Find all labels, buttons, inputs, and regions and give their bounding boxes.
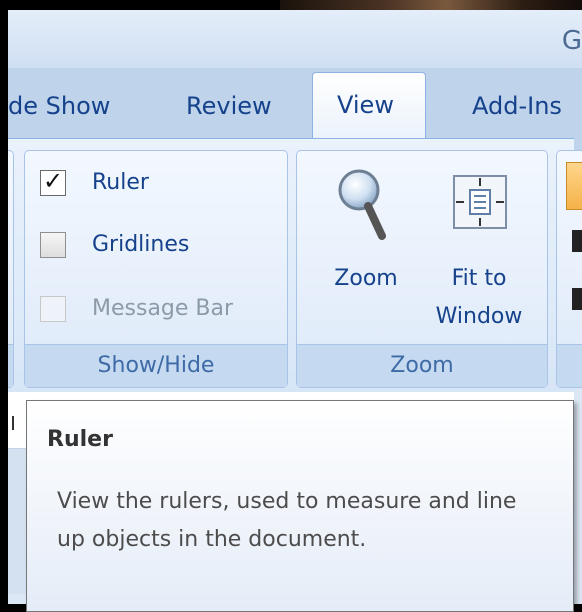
fit-to-window-icon bbox=[453, 175, 507, 229]
zoom-button-label: Zoom bbox=[334, 266, 398, 291]
ruler-checkbox-label[interactable]: Ruler bbox=[92, 170, 149, 195]
fit-to-window-button[interactable]: Fit to Window bbox=[418, 160, 540, 350]
magnifier-icon bbox=[338, 169, 386, 240]
title-bar: G bbox=[8, 10, 582, 68]
zoom-button[interactable]: Zoom bbox=[306, 160, 426, 340]
tab-review[interactable]: Review bbox=[186, 92, 272, 120]
next-group-small-icon-1[interactable] bbox=[572, 230, 582, 252]
left-black-edge bbox=[0, 0, 8, 604]
ruler-tooltip: Ruler View the rulers, used to measure a… bbox=[26, 400, 574, 612]
next-group-icon[interactable] bbox=[566, 162, 582, 210]
tooltip-description: View the rulers, used to measure and lin… bbox=[57, 489, 517, 552]
ruler-tick bbox=[12, 416, 14, 430]
next-group-small-icon-2[interactable] bbox=[572, 288, 582, 310]
group-next-label bbox=[557, 344, 582, 387]
ruler-checkbox[interactable] bbox=[40, 167, 66, 196]
fit-to-window-label-line1: Fit to bbox=[451, 266, 507, 291]
gridlines-checkbox-label[interactable]: Gridlines bbox=[92, 232, 189, 257]
window-title: G bbox=[561, 26, 582, 56]
message-bar-checkbox-label: Message Bar bbox=[92, 296, 234, 321]
tab-slide-show[interactable]: de Show bbox=[8, 92, 110, 120]
zoom-group-label: Zoom bbox=[297, 344, 547, 387]
tab-view[interactable]: View bbox=[312, 72, 426, 145]
gridlines-checkbox[interactable] bbox=[40, 232, 66, 258]
show-hide-group-label: Show/Hide bbox=[25, 344, 287, 387]
tab-add-ins[interactable]: Add-Ins bbox=[472, 92, 562, 120]
fit-to-window-label-line2: Window bbox=[435, 304, 523, 329]
tab-view-label: View bbox=[337, 91, 394, 119]
tooltip-title: Ruler bbox=[47, 427, 113, 452]
message-bar-checkbox bbox=[40, 296, 66, 322]
